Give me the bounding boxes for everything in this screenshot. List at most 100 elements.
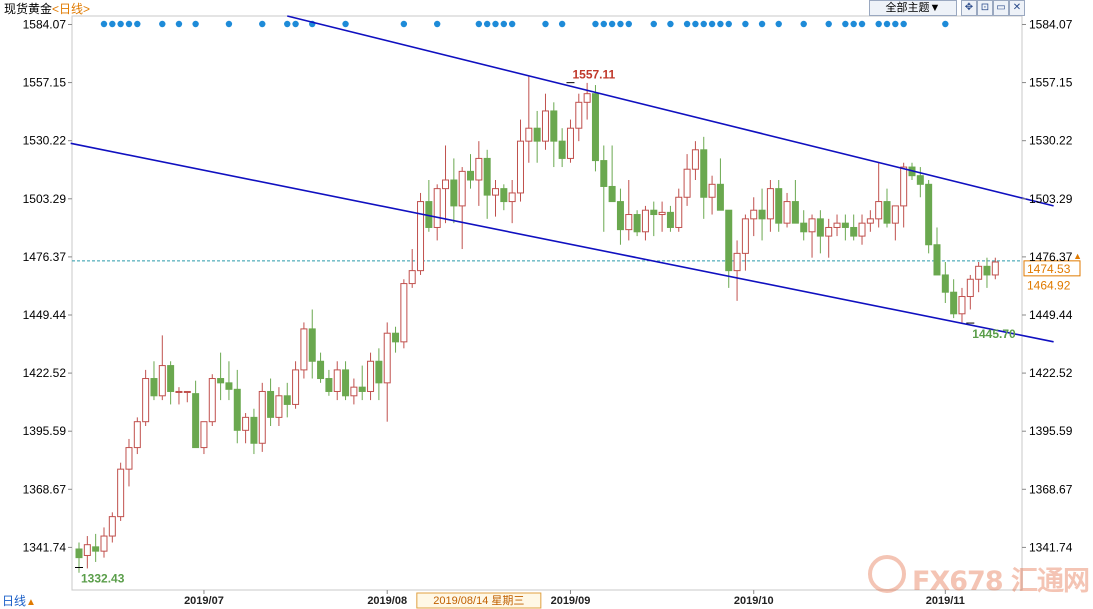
candle-body-down xyxy=(450,179,458,207)
x-tick-label: 2019/08 xyxy=(367,595,407,607)
price-tag-2-label: 1464.92 xyxy=(1027,279,1071,293)
event-marker xyxy=(400,20,408,28)
event-marker xyxy=(883,20,891,28)
candle-body-up xyxy=(183,390,191,393)
candle-body-up xyxy=(733,252,741,272)
event-marker xyxy=(492,20,499,28)
price-chart[interactable]: 1557.111332.431445.701474.53▲1464.92 158… xyxy=(0,0,1093,609)
candle-body-down xyxy=(192,393,200,449)
annotation-label: 1332.43 xyxy=(81,571,125,585)
event-marker xyxy=(259,20,266,28)
event-marker xyxy=(625,20,632,28)
event-marker xyxy=(134,20,141,28)
candle-body-down xyxy=(225,382,233,390)
candle-body-up xyxy=(117,468,125,518)
candle-body-up xyxy=(766,188,774,220)
event-marker xyxy=(125,20,133,28)
watermark-logo: FX678 汇通网 xyxy=(868,555,1090,597)
chart-title: 现货黄金<日线> xyxy=(4,0,90,17)
event-marker xyxy=(109,20,116,28)
event-marker xyxy=(858,20,866,28)
candle-body-up xyxy=(750,209,758,220)
candle-body-down xyxy=(666,211,674,228)
candle-body-up xyxy=(691,149,699,170)
move-icon[interactable]: ✥ xyxy=(961,0,977,16)
candle-body-down xyxy=(308,328,316,362)
candle-body-up xyxy=(658,211,666,216)
watermark-text: FX678 汇通网 xyxy=(912,566,1090,597)
candle-body-down xyxy=(342,369,350,397)
candle-body-up xyxy=(442,179,450,190)
candle-body-up xyxy=(508,192,516,203)
y-tick-label-right: 1557.15 xyxy=(1029,76,1073,90)
close-icon[interactable]: ✕ xyxy=(1009,0,1025,16)
candle-body-down xyxy=(791,201,799,224)
y-tick-label-right: 1341.74 xyxy=(1029,540,1073,554)
y-tick-label-right: 1530.22 xyxy=(1029,134,1073,148)
event-marker xyxy=(650,20,657,28)
candle-body-up xyxy=(292,369,300,405)
candle-body-up xyxy=(300,328,308,371)
candles xyxy=(75,76,999,573)
candle-body-down xyxy=(267,390,275,418)
candle-body-up xyxy=(125,447,133,470)
candle-body-up xyxy=(825,226,833,237)
candle-body-down xyxy=(608,185,616,203)
event-marker xyxy=(117,20,124,28)
candle-body-up xyxy=(783,201,791,224)
y-tick-label-right: 1476.37 xyxy=(1029,250,1073,264)
y-tick-label-left: 1476.37 xyxy=(23,250,67,264)
candle-body-up xyxy=(866,218,874,224)
y-tick-label-right: 1503.29 xyxy=(1029,192,1073,206)
restore-icon[interactable]: ⊡ xyxy=(977,0,993,16)
event-marker xyxy=(875,20,882,28)
chevron-up-icon: ▲ xyxy=(26,597,36,608)
crosshair-date-label: 2019/08/14 星期三 xyxy=(433,594,524,607)
candle-body-up xyxy=(808,218,816,233)
event-marker xyxy=(700,20,707,28)
candle-body-up xyxy=(100,535,108,552)
candle-body-up xyxy=(833,222,841,228)
event-marker xyxy=(500,20,508,28)
candle-body-up xyxy=(975,265,983,280)
annotation-label: 1445.70 xyxy=(972,327,1016,341)
candle-body-down xyxy=(550,110,558,142)
plot-frame xyxy=(71,15,1023,591)
candle-body-up xyxy=(333,369,341,392)
candle-body-down xyxy=(800,222,808,233)
candle-body-up xyxy=(541,110,549,142)
candle-body-up xyxy=(158,365,166,397)
window-icon[interactable]: ▭ xyxy=(993,0,1009,16)
candle-body-down xyxy=(933,244,941,276)
candle-body-up xyxy=(525,127,533,142)
candle-body-up xyxy=(966,278,974,298)
candle-body-down xyxy=(816,218,824,237)
candle-body-up xyxy=(417,201,425,272)
annotations: 1557.11 1332.43 1445.70 1474.53▲ 1464.92 xyxy=(75,68,1082,585)
y-tick-label-right: 1422.52 xyxy=(1029,366,1073,380)
channel-line xyxy=(287,15,1054,207)
event-marker xyxy=(433,20,441,28)
candle-body-up xyxy=(142,378,150,423)
event-marker xyxy=(742,20,749,28)
event-marker xyxy=(600,20,607,28)
candle-body-down xyxy=(375,360,383,384)
candle-body-down xyxy=(616,201,624,231)
event-marker xyxy=(159,20,166,28)
candle-body-down xyxy=(700,149,708,198)
candle-body-up xyxy=(408,270,416,285)
candle-body-down xyxy=(558,140,566,159)
event-marker xyxy=(725,20,732,28)
candle-body-down xyxy=(925,183,933,246)
current-price-label: 1474.53 xyxy=(1027,262,1071,276)
candle-body-down xyxy=(716,183,724,211)
y-tick-label-left: 1422.52 xyxy=(23,366,67,380)
candle-body-up xyxy=(367,360,375,392)
theme-button[interactable]: 全部主题▼ xyxy=(869,0,957,16)
y-tick-label-right: 1449.44 xyxy=(1029,308,1073,322)
period-selector[interactable]: 日线▲ xyxy=(2,592,36,609)
x-tick-label: 2019/09 xyxy=(551,595,591,607)
period-label: <日线> xyxy=(52,2,91,16)
y-tick-label-left: 1368.67 xyxy=(23,482,67,496)
candle-body-down xyxy=(758,209,766,220)
